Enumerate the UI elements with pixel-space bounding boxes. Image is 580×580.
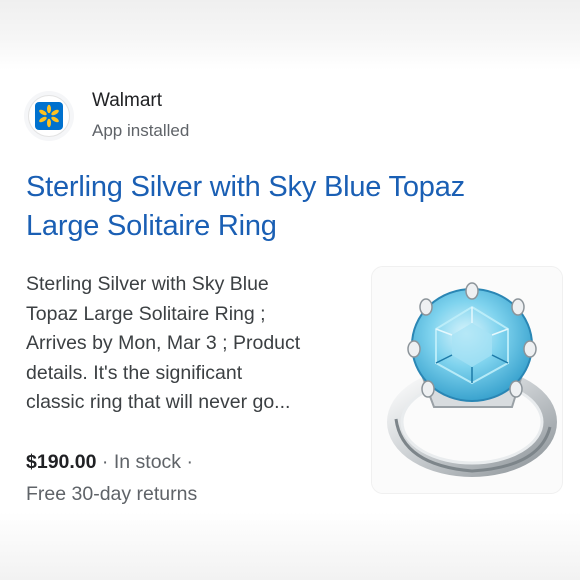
title-line-2: Large Solitaire Ring <box>26 210 277 242</box>
search-result-card[interactable]: Walmart App installed Sterling Silver wi… <box>0 70 580 512</box>
description-line: Arrives by Mon, Mar 3 ; Product <box>26 332 301 354</box>
price: $190.00 <box>26 451 97 473</box>
description-line: Topaz Large Solitaire Ring ; <box>26 302 266 325</box>
result-description: Sterling Silver with Sky Blue Topaz Larg… <box>26 270 356 418</box>
price-row: $190.00 · In stock · <box>26 448 193 476</box>
description-line: classic ring that will never go... <box>26 391 291 413</box>
bottom-fade <box>0 512 580 580</box>
source-text: Walmart App installed <box>92 89 189 143</box>
topaz-ring-image <box>372 267 562 493</box>
separator: · <box>181 451 193 473</box>
source-row[interactable]: Walmart App installed <box>24 88 189 144</box>
walmart-spark-icon <box>35 102 63 130</box>
top-fade <box>0 0 580 70</box>
title-line-1: Sterling Silver with Sky Blue Topaz <box>26 171 465 203</box>
description-line: Sterling Silver with Sky Blue <box>26 273 269 295</box>
returns-info: Free 30-day returns <box>26 483 198 505</box>
description-line: details. It's the significant <box>26 361 243 384</box>
result-title-link[interactable]: Sterling Silver with Sky Blue Topaz Larg… <box>26 168 546 246</box>
separator: · <box>96 451 114 473</box>
source-subtitle: App installed <box>92 121 190 140</box>
availability: In stock <box>113 451 182 473</box>
walmart-logo <box>28 95 70 137</box>
source-name: Walmart <box>92 90 163 111</box>
product-thumbnail[interactable] <box>371 266 563 494</box>
